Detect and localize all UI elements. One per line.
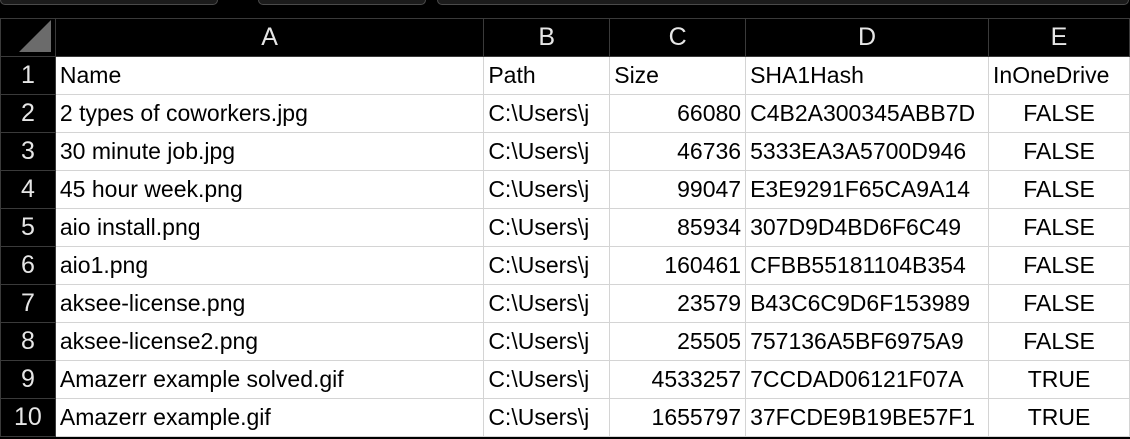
cell-path[interactable]: C:\Users\j xyxy=(483,208,611,247)
row-header[interactable]: 6 xyxy=(0,246,56,285)
cell-size[interactable]: 25505 xyxy=(609,322,747,361)
select-all-button[interactable] xyxy=(0,18,56,57)
cell-inonedrive[interactable]: TRUE xyxy=(988,360,1130,399)
row-header[interactable]: 5 xyxy=(0,208,56,247)
cell-path[interactable]: C:\Users\j xyxy=(483,398,611,437)
table-row: 9 Amazerr example solved.gif C:\Users\j 453… xyxy=(0,360,1130,399)
cell-sha1hash[interactable]: 37FCDE9B19BE57F1 xyxy=(745,398,990,437)
formula-controls[interactable] xyxy=(258,0,426,5)
cell-name[interactable]: 30 minute job.jpg xyxy=(54,132,485,171)
row-header[interactable]: 3 xyxy=(0,132,56,171)
table-row: 3 30 minute job.jpg C:\Users\j 46736 5333EA3… xyxy=(0,132,1130,171)
cell-sha1hash[interactable]: CFBB55181104B354 xyxy=(745,246,990,285)
cell-size[interactable]: Size xyxy=(609,56,747,95)
column-header-d[interactable]: D xyxy=(745,18,990,57)
cell-size[interactable]: 46736 xyxy=(609,132,747,171)
cell-sha1hash[interactable]: 7CCDAD06121F07A xyxy=(745,360,990,399)
row-header[interactable]: 1 xyxy=(0,56,56,95)
cell-size[interactable]: 1655797 xyxy=(609,398,747,437)
name-box[interactable] xyxy=(0,0,218,5)
spreadsheet-grid: A B C D E 1 Name Path Size SHA1Hash InOneDriv… xyxy=(0,18,1130,439)
table-row: 5 aio install.png C:\Users\j 85934 307D9D4BD… xyxy=(0,208,1130,247)
cell-inonedrive[interactable]: FALSE xyxy=(988,208,1130,247)
cell-sha1hash[interactable]: B43C6C9D6F153989 xyxy=(745,284,990,323)
select-all-triangle-icon xyxy=(18,20,51,52)
cell-sha1hash[interactable]: E3E9291F65CA9A14 xyxy=(745,170,990,209)
row-header[interactable]: 7 xyxy=(0,284,56,323)
cell-path[interactable]: C:\Users\j xyxy=(483,360,611,399)
column-header-b[interactable]: B xyxy=(483,18,611,57)
cell-size[interactable]: 99047 xyxy=(609,170,747,209)
cell-name[interactable]: 2 types of coworkers.jpg xyxy=(54,94,485,133)
cell-sha1hash[interactable]: SHA1Hash xyxy=(745,56,990,95)
cell-name[interactable]: aksee-license.png xyxy=(54,284,485,323)
cell-path[interactable]: C:\Users\j xyxy=(483,284,611,323)
cell-sha1hash[interactable]: C4B2A300345ABB7D xyxy=(745,94,990,133)
cell-inonedrive[interactable]: InOneDrive xyxy=(988,56,1130,95)
toolbar-strip xyxy=(0,0,1130,18)
table-row: 1 Name Path Size SHA1Hash InOneDrive xyxy=(0,56,1130,95)
cell-name[interactable]: aio1.png xyxy=(54,246,485,285)
cell-name[interactable]: aio install.png xyxy=(54,208,485,247)
cell-inonedrive[interactable]: FALSE xyxy=(988,322,1130,361)
cell-inonedrive[interactable]: FALSE xyxy=(988,94,1130,133)
cell-path[interactable]: C:\Users\j xyxy=(483,132,611,171)
column-header-a[interactable]: A xyxy=(54,18,485,57)
table-row: 8 aksee-license2.png C:\Users\j 25505 757136… xyxy=(0,322,1130,361)
table-row: 4 45 hour week.png C:\Users\j 99047 E3E9291F… xyxy=(0,170,1130,209)
cell-size[interactable]: 4533257 xyxy=(609,360,747,399)
cell-path[interactable]: C:\Users\j xyxy=(483,322,611,361)
cell-inonedrive[interactable]: FALSE xyxy=(988,132,1130,171)
row-header[interactable]: 4 xyxy=(0,170,56,209)
row-header[interactable]: 8 xyxy=(0,322,56,361)
cell-inonedrive[interactable]: FALSE xyxy=(988,284,1130,323)
cell-sha1hash[interactable]: 5333EA3A5700D946 xyxy=(745,132,990,171)
cell-path[interactable]: C:\Users\j xyxy=(483,246,611,285)
cell-name[interactable]: aksee-license2.png xyxy=(54,322,485,361)
cell-name[interactable]: 45 hour week.png xyxy=(54,170,485,209)
table-row: 22 types of coworkers.jpg C:\Users\j 66080… xyxy=(0,94,1130,133)
cell-path[interactable]: C:\Users\j xyxy=(483,170,611,209)
cell-path[interactable]: C:\Users\j xyxy=(483,94,611,133)
sheet-table: A B C D E 1 Name Path Size SHA1Hash InOneDriv… xyxy=(0,18,1130,437)
cell-name[interactable]: Amazerr example.gif xyxy=(54,398,485,437)
row-header[interactable]: 2 xyxy=(0,94,56,133)
cell-inonedrive[interactable]: TRUE xyxy=(988,398,1130,437)
column-header-e[interactable]: E xyxy=(988,18,1130,57)
column-header-row: A B C D E xyxy=(0,18,1130,57)
cell-inonedrive[interactable]: FALSE xyxy=(988,170,1130,209)
cell-size[interactable]: 66080 xyxy=(609,94,747,133)
cell-path[interactable]: Path xyxy=(483,56,611,95)
row-header[interactable]: 9 xyxy=(0,360,56,399)
cell-sha1hash[interactable]: 307D9D4BD6F6C49 xyxy=(745,208,990,247)
cell-size[interactable]: 85934 xyxy=(609,208,747,247)
table-row: 7 aksee-license.png C:\Users\j 23579 B43C6C9… xyxy=(0,284,1130,323)
table-row: 6 aio1.png C:\Users\j 160461 CFBB55181104B35… xyxy=(0,246,1130,285)
cell-sha1hash[interactable]: 757136A5BF6975A9 xyxy=(745,322,990,361)
cell-size[interactable]: 160461 xyxy=(609,246,747,285)
formula-bar[interactable] xyxy=(437,0,1129,5)
column-header-c[interactable]: C xyxy=(609,18,747,57)
cell-inonedrive[interactable]: FALSE xyxy=(988,246,1130,285)
cell-name[interactable]: Name xyxy=(54,56,485,95)
cell-name[interactable]: Amazerr example solved.gif xyxy=(54,360,485,399)
cell-size[interactable]: 23579 xyxy=(609,284,747,323)
row-header[interactable]: 10 xyxy=(0,398,56,437)
table-row: 10 Amazerr example.gif C:\Users\j 1655797 37… xyxy=(0,398,1130,437)
